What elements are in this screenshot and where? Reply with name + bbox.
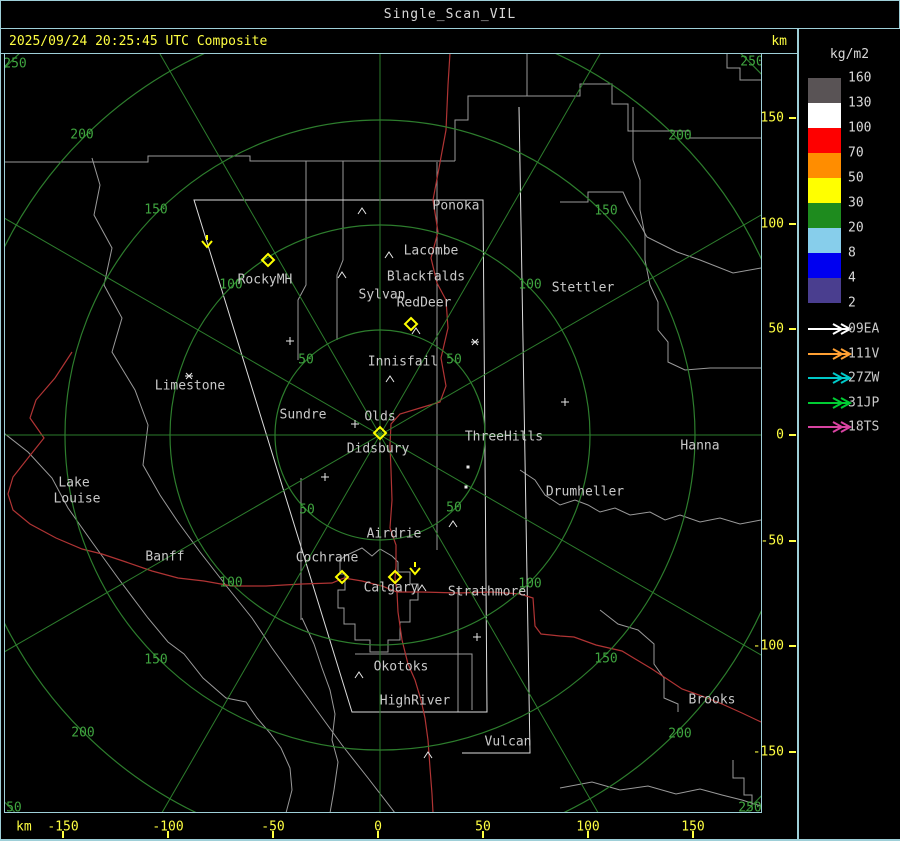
right-axis-label: 0 (776, 427, 784, 443)
legend-panel: kg/m2 160 130 100 70 50 30 20 8 4 2 09EA 111V 27ZW 3… (799, 29, 900, 839)
color-scale-value: 20 (848, 220, 864, 236)
right-axis-label: -50 (760, 533, 784, 549)
bottom-axis-tick (167, 831, 169, 838)
arrow-glyph (808, 347, 853, 360)
radar-arrow-icon (808, 421, 853, 434)
bottom-axis-tick (377, 831, 379, 838)
right-axis-label: 50 (768, 321, 784, 337)
color-scale-value: 50 (848, 170, 864, 186)
arrow-glyph (808, 372, 853, 385)
right-axis-tick (789, 328, 796, 330)
bottom-axis-tick (587, 831, 589, 838)
right-axis-tick (789, 540, 796, 542)
radar-id-label: 18TS (848, 419, 880, 435)
right-axis-tick (789, 117, 796, 119)
info-bar: 2025/09/24 20:25:45 UTC Composite km (0, 29, 798, 54)
right-axis-label: -100 (752, 638, 784, 654)
color-scale-value: 8 (848, 245, 856, 261)
color-scale-value: 4 (848, 270, 856, 286)
radar-app-window: 50 100 150 200 250 50 100 150 200 250 50 100 150 200 2… (0, 0, 900, 841)
radar-id-label: 111V (848, 346, 880, 362)
bottom-axis-tick (482, 831, 484, 838)
radar-id-label: 31JP (848, 395, 880, 411)
color-scale-box (808, 178, 841, 203)
color-scale-value: 130 (848, 95, 872, 111)
radar-arrow-icon (808, 323, 853, 335)
right-axis-unit-label: km (771, 33, 787, 49)
radar-arrow-icon (808, 372, 853, 385)
color-scale-box (808, 228, 841, 253)
title-bar: Single_Scan_VIL (0, 0, 900, 29)
color-scale-box (808, 128, 841, 153)
color-scale-box (808, 203, 841, 228)
bottom-axis-tick (272, 831, 274, 838)
map-frame-border (4, 53, 762, 813)
radar-arrow-icon (808, 347, 853, 360)
right-axis-label: 100 (760, 216, 784, 232)
right-axis-tick (789, 645, 796, 647)
window-title: Single_Scan_VIL (383, 7, 517, 22)
color-scale-box (808, 78, 841, 103)
color-scale-value: 70 (848, 145, 864, 161)
color-scale-box (808, 153, 841, 178)
color-scale-value: 2 (848, 295, 856, 311)
color-scale-value: 160 (848, 70, 872, 86)
color-scale-box (808, 103, 841, 128)
bottom-axis-unit-label: km (16, 819, 32, 835)
radar-arrow-icon (808, 396, 853, 409)
right-axis-tick (789, 751, 796, 753)
radar-id-label: 27ZW (848, 370, 880, 386)
color-scale-value: 100 (848, 120, 872, 136)
bottom-axis-tick (692, 831, 694, 838)
right-axis-label: 150 (760, 110, 784, 126)
arrow-glyph (808, 396, 853, 409)
right-axis-tick (789, 434, 796, 436)
arrow-glyph (808, 323, 853, 335)
color-scale-value: 30 (848, 195, 864, 211)
bottom-axis-tick (62, 831, 64, 838)
color-scale-box (808, 278, 841, 303)
right-axis-label: -150 (752, 744, 784, 760)
color-scale-box (808, 253, 841, 278)
arrow-glyph (808, 421, 853, 434)
right-axis-tick (789, 223, 796, 225)
left-divider (0, 0, 1, 841)
radar-id-label: 09EA (848, 321, 880, 337)
legend-unit-label: kg/m2 (829, 47, 870, 62)
timestamp-label: 2025/09/24 20:25:45 UTC Composite (9, 33, 268, 49)
